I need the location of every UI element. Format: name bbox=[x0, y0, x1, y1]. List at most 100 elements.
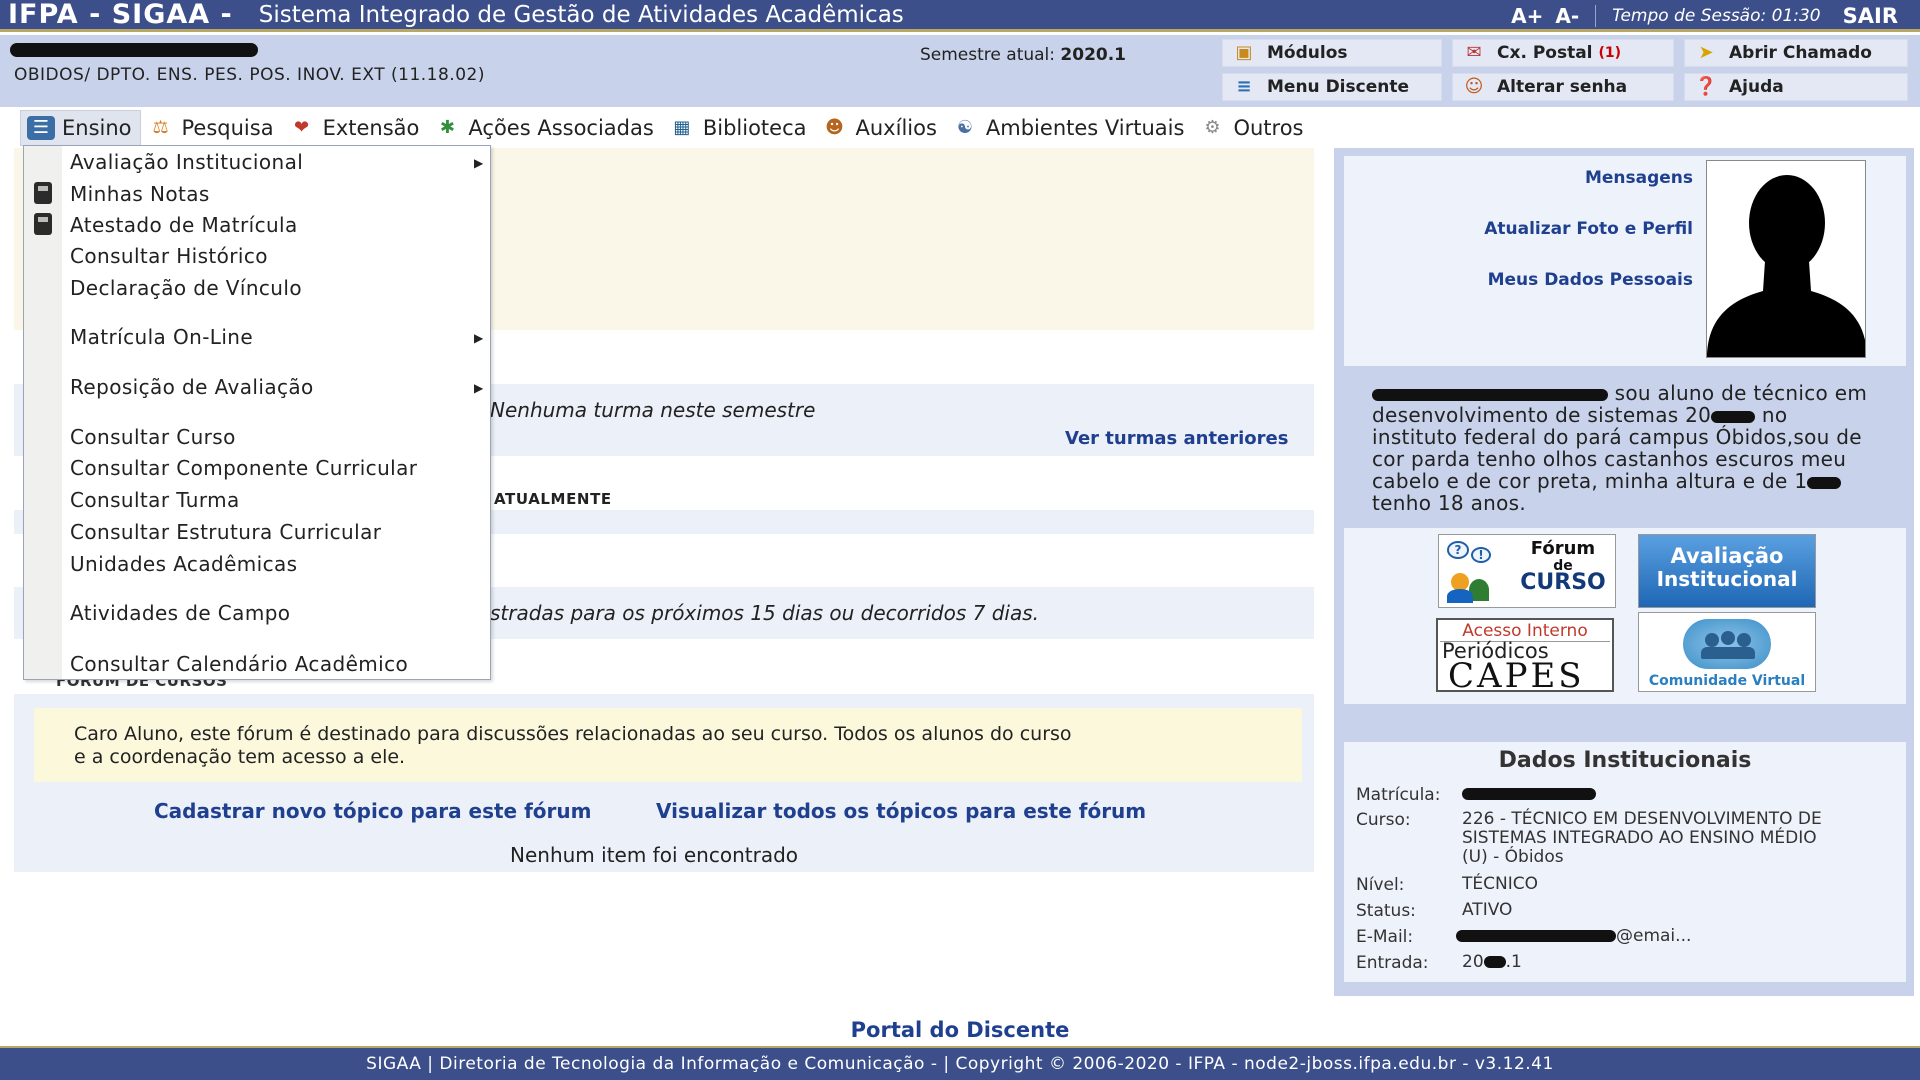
redacted-name bbox=[1372, 388, 1608, 401]
bio-line: desenvolvimento de sistemas 20 no bbox=[1372, 404, 1902, 426]
font-increase-button[interactable]: A+ bbox=[1511, 4, 1543, 28]
entrada-value: 20.1 bbox=[1462, 953, 1902, 972]
ensino-dropdown-menu: Avaliação Institucional ▶ Minhas Notas A… bbox=[23, 145, 491, 680]
menu-pesquisa[interactable]: ⚖ Pesquisa bbox=[141, 110, 282, 146]
megaphone-icon: ➤ bbox=[1698, 42, 1714, 63]
menu-discente-button[interactable]: ≡ Menu Discente bbox=[1222, 73, 1442, 101]
menu-item-calendario-academico[interactable]: Consultar Calendário Acadêmico bbox=[70, 652, 408, 676]
banner-text: CURSO bbox=[1520, 570, 1606, 595]
menu-item-minhas-notas[interactable]: Minhas Notas bbox=[70, 182, 210, 206]
all-topics-link[interactable]: Visualizar todos os tópicos para este fó… bbox=[656, 799, 1146, 823]
status-label: Status: bbox=[1356, 901, 1416, 921]
nivel-label: Nível: bbox=[1356, 875, 1405, 895]
bio-line: instituto federal do pará campus Óbidos,… bbox=[1372, 425, 1862, 449]
menu-outros[interactable]: ⚙ Outros bbox=[1192, 110, 1311, 146]
banner-text: Institucional bbox=[1656, 567, 1798, 591]
ver-turmas-anteriores-link[interactable]: Ver turmas anteriores bbox=[1065, 428, 1288, 449]
mensagens-link[interactable]: Mensagens bbox=[1585, 168, 1693, 188]
logout-button[interactable]: SAIR bbox=[1843, 4, 1898, 28]
menu-item-consultar-turma[interactable]: Consultar Turma bbox=[70, 488, 240, 512]
divider bbox=[1595, 5, 1597, 27]
menu-item-avaliacao-institucional[interactable]: Avaliação Institucional bbox=[70, 150, 303, 174]
community-bubble-icon bbox=[1683, 619, 1771, 669]
menu-item-matricula-online[interactable]: Matrícula On-Line bbox=[70, 325, 253, 349]
profile-photo[interactable] bbox=[1706, 160, 1866, 358]
menu-biblioteca-label: Biblioteca bbox=[702, 116, 807, 140]
alterar-senha-button[interactable]: ☺ Alterar senha bbox=[1452, 73, 1674, 101]
menu-outros-label: Outros bbox=[1233, 116, 1304, 140]
abrir-chamado-button[interactable]: ➤ Abrir Chamado bbox=[1684, 39, 1908, 67]
menu-biblioteca[interactable]: ▦ Biblioteca bbox=[662, 110, 815, 146]
entrada-text: 20 bbox=[1462, 952, 1484, 972]
forum-notice-line: Caro Aluno, este fórum é destinado para … bbox=[74, 723, 1072, 745]
bio-line: cor parda tenho olhos castanhos escuros … bbox=[1372, 447, 1847, 471]
curso-value: 226 - TÉCNICO EM DESENVOLVIMENTO DE SIST… bbox=[1462, 810, 1902, 867]
menu-item-consultar-historico[interactable]: Consultar Histórico bbox=[70, 244, 268, 268]
menu-item-declaracao-vinculo[interactable]: Declaração de Vínculo bbox=[70, 276, 302, 300]
forum-curso-banner[interactable]: ? ! Fórum de CURSO bbox=[1438, 534, 1616, 608]
font-decrease-button[interactable]: A- bbox=[1555, 4, 1579, 28]
caixa-postal-button[interactable]: ✉ Cx. Postal (1) bbox=[1452, 39, 1674, 67]
menu-ensino[interactable]: ☰ Ensino bbox=[20, 110, 141, 146]
atividades-message: stradas para os próximos 15 dias ou deco… bbox=[490, 601, 1039, 625]
email-domain: @emai... bbox=[1616, 926, 1692, 946]
menu-pesquisa-label: Pesquisa bbox=[181, 116, 274, 140]
session-timer: Tempo de Sessão: 01:30 bbox=[1612, 6, 1821, 26]
menu-item-unidades-academicas[interactable]: Unidades Acadêmicas bbox=[70, 552, 298, 576]
forum-empty-message: Nenhum item foi encontrado bbox=[510, 843, 799, 867]
menu-extensao[interactable]: ❤ Extensão bbox=[282, 110, 428, 146]
capes-periodicos-banner[interactable]: Acesso Interno Periódicos CAPES bbox=[1436, 618, 1614, 692]
books-icon: ☰ bbox=[27, 116, 55, 140]
profile-bio: sou aluno de técnico em desenvolvimento … bbox=[1372, 382, 1902, 514]
redacted-matricula bbox=[1462, 788, 1596, 800]
bio-text: sou aluno de técnico em bbox=[1608, 381, 1868, 405]
ajuda-button[interactable]: ❓ Ajuda bbox=[1684, 73, 1908, 101]
forum-notice-line: e a coordenação tem acesso a ele. bbox=[74, 746, 406, 768]
modulos-label: Módulos bbox=[1267, 43, 1348, 63]
system-name: Sistema Integrado de Gestão de Atividade… bbox=[258, 1, 904, 28]
comunidade-virtual-banner[interactable]: Comunidade Virtual bbox=[1638, 612, 1816, 692]
semester-label: Semestre atual: bbox=[920, 45, 1055, 65]
menu-item-atividades-campo[interactable]: Atividades de Campo bbox=[70, 601, 290, 625]
entrada-label: Entrada: bbox=[1356, 953, 1429, 973]
menu-divider bbox=[70, 410, 486, 411]
entrada-text: .1 bbox=[1505, 952, 1522, 972]
redacted-year bbox=[1711, 410, 1756, 423]
menu-item-consultar-curso[interactable]: Consultar Curso bbox=[70, 425, 236, 449]
submenu-arrow-icon: ▶ bbox=[474, 331, 484, 345]
abrir-chamado-label: Abrir Chamado bbox=[1729, 43, 1872, 63]
people-icon: ☯ bbox=[956, 117, 973, 138]
atualizar-foto-link[interactable]: Atualizar Foto e Perfil bbox=[1484, 219, 1693, 239]
section-heading: ATUALMENTE bbox=[494, 490, 612, 508]
bio-text: no bbox=[1755, 403, 1788, 427]
menu-item-reposicao-avaliacao[interactable]: Reposição de Avaliação bbox=[70, 375, 314, 399]
avaliacao-institucional-banner[interactable]: Avaliação Institucional bbox=[1638, 534, 1816, 608]
menu-auxilios[interactable]: ☻ Auxílios bbox=[815, 110, 945, 146]
info-bar: OBIDOS/ DPTO. ENS. PES. POS. INOV. EXT (… bbox=[0, 35, 1920, 107]
bio-line: cabelo e de cor preta, minha altura e de… bbox=[1372, 470, 1902, 492]
menu-item-atestado-matricula[interactable]: Atestado de Matrícula bbox=[70, 213, 298, 237]
banner-area bbox=[1344, 528, 1906, 704]
box-icon: ▣ bbox=[1235, 42, 1253, 63]
footer-text: SIGAA | Diretoria de Tecnologia da Infor… bbox=[366, 1054, 1554, 1074]
main-menu: ☰ Ensino ⚖ Pesquisa ❤ Extensão ✱ Ações A… bbox=[20, 110, 1420, 146]
menu-divider bbox=[70, 586, 486, 587]
handshake-icon: ❤ bbox=[294, 117, 310, 138]
help-icon: ❓ bbox=[1694, 76, 1718, 97]
menu-item-consultar-componente[interactable]: Consultar Componente Curricular bbox=[70, 456, 417, 480]
dados-pessoais-link[interactable]: Meus Dados Pessoais bbox=[1488, 270, 1693, 290]
alterar-senha-label: Alterar senha bbox=[1497, 77, 1628, 97]
current-semester: Semestre atual: 2020.1 bbox=[920, 45, 1126, 65]
menu-ambientes-virtuais[interactable]: ☯ Ambientes Virtuais bbox=[945, 110, 1193, 146]
top-bar-right: A+ A- Tempo de Sessão: 01:30 SAIR bbox=[1511, 0, 1898, 32]
menu-discente-label: Menu Discente bbox=[1267, 77, 1409, 97]
banner-text: Avaliação bbox=[1670, 544, 1784, 568]
modulos-button[interactable]: ▣ Módulos bbox=[1222, 39, 1442, 67]
matricula-label: Matrícula: bbox=[1356, 785, 1441, 805]
new-topic-link[interactable]: Cadastrar novo tópico para este fórum bbox=[154, 799, 591, 823]
bio-text: desenvolvimento de sistemas 20 bbox=[1372, 403, 1712, 427]
menu-acoes-associadas[interactable]: ✱ Ações Associadas bbox=[427, 110, 661, 146]
menu-item-consultar-estrutura[interactable]: Consultar Estrutura Curricular bbox=[70, 520, 381, 544]
caixa-postal-label: Cx. Postal bbox=[1497, 43, 1593, 63]
puzzle-icon: ✱ bbox=[439, 117, 455, 138]
